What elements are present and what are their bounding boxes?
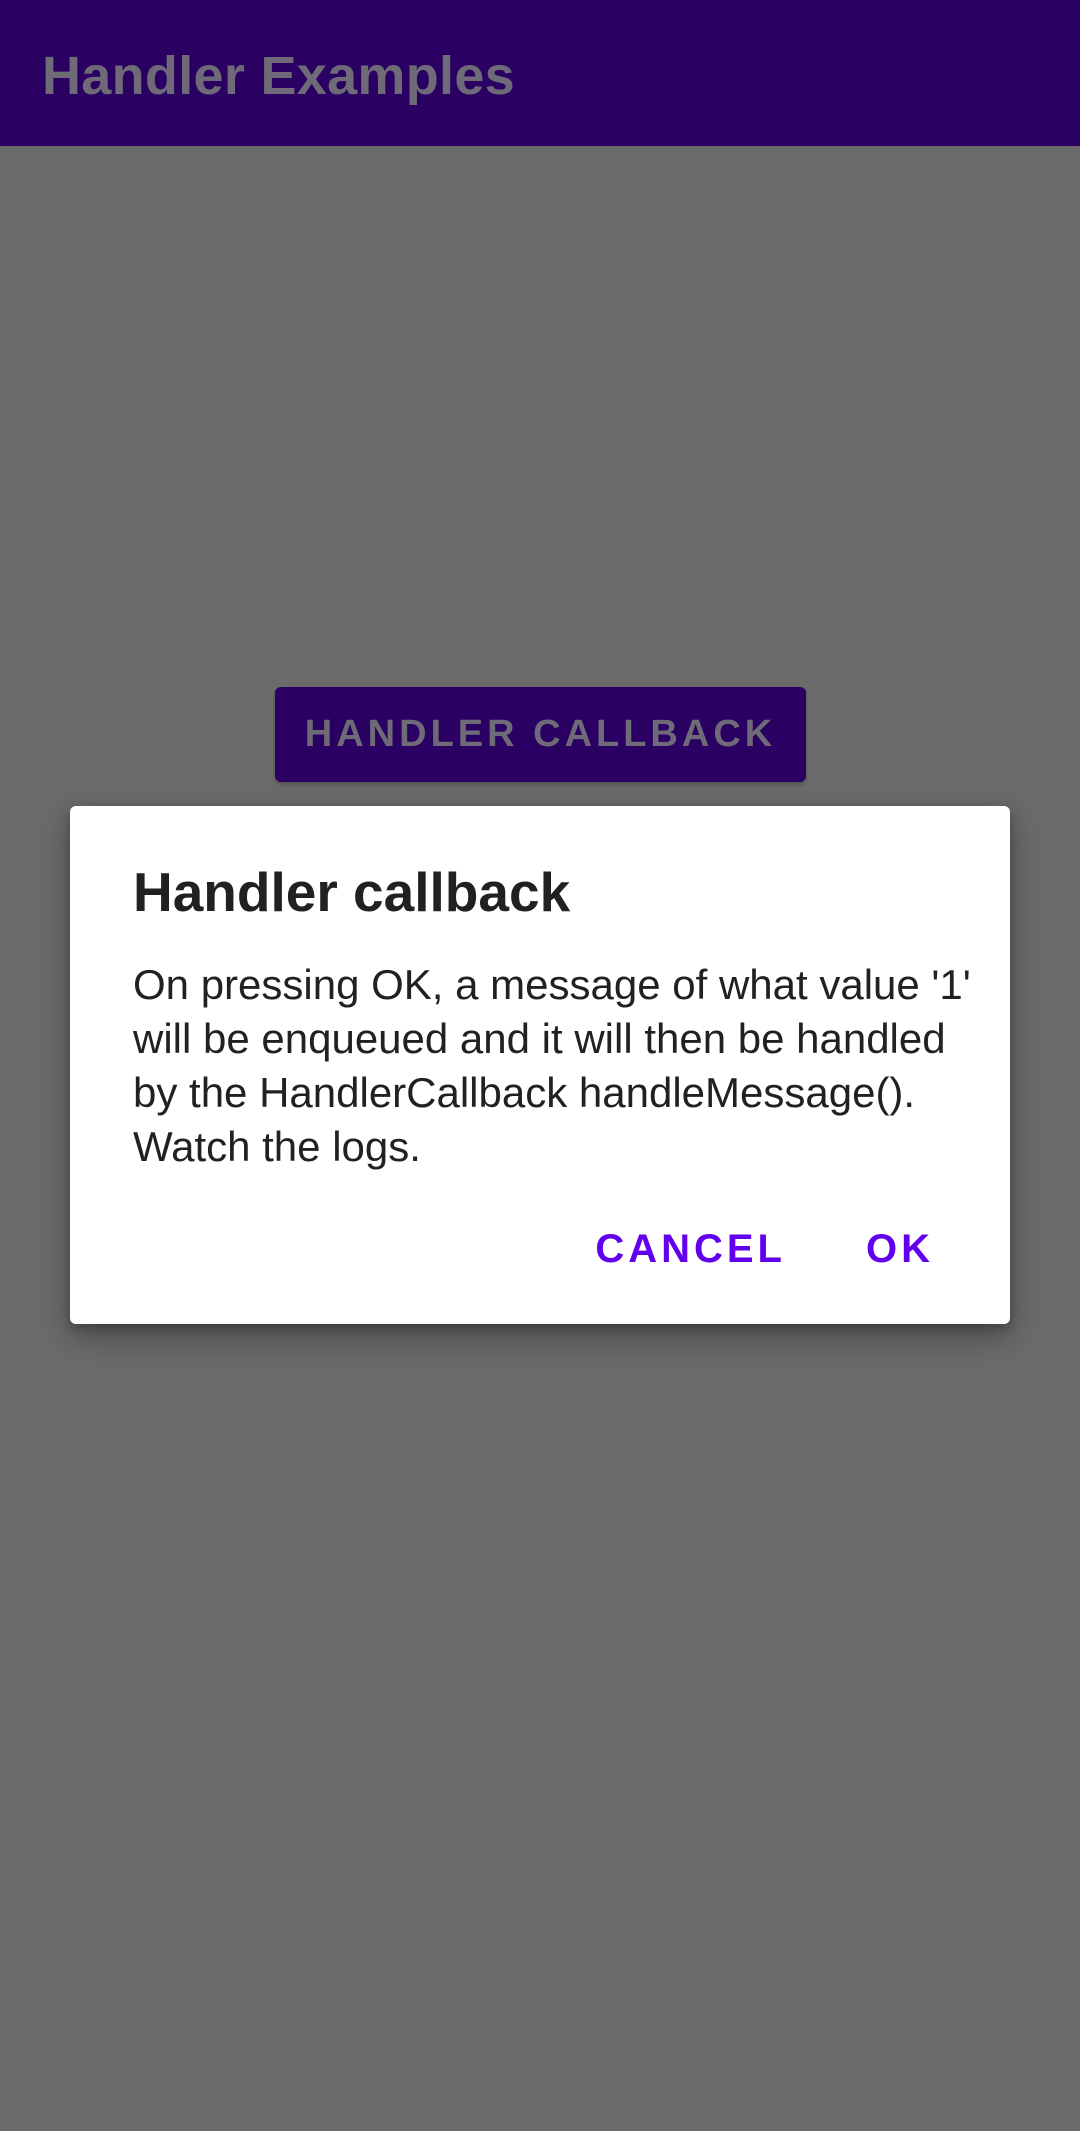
dialog-title: Handler callback <box>133 861 571 923</box>
ok-button[interactable]: OK <box>830 1213 970 1286</box>
dialog-message: On pressing OK, a message of what value … <box>133 961 971 1170</box>
cancel-button[interactable]: CANCEL <box>559 1213 822 1286</box>
app-title: Handler Examples <box>42 46 516 106</box>
handler-callback-button[interactable]: HANDLER CALLBACK <box>275 687 806 782</box>
dialog-actions: CANCEL OK <box>559 1213 970 1286</box>
app-bar: Handler Examples <box>0 0 1080 146</box>
alert-dialog: Handler callback On pressing OK, a messa… <box>70 806 1010 1324</box>
